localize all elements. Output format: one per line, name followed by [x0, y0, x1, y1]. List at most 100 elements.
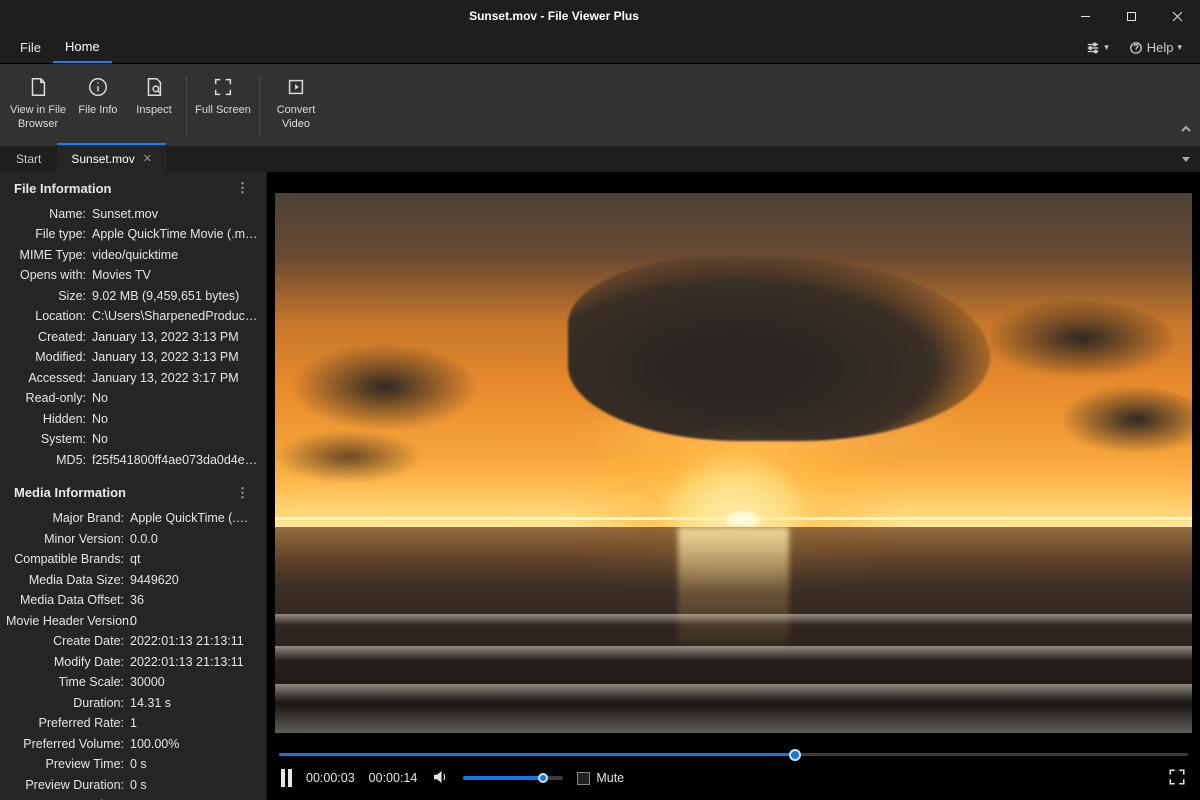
- info-row: Read-only:No: [6, 389, 260, 410]
- tab-sunset[interactable]: Sunset.mov ✕: [57, 145, 166, 172]
- info-value: January 13, 2022 3:13 PM: [92, 329, 260, 347]
- info-value: 0: [130, 613, 260, 631]
- info-value: 14.31 s: [130, 695, 260, 713]
- window-close-button[interactable]: [1154, 0, 1200, 32]
- video-frame[interactable]: [275, 193, 1192, 733]
- info-row: Preferred Rate:1: [6, 714, 260, 735]
- info-row: Created:January 13, 2022 3:13 PM: [6, 327, 260, 348]
- info-value: January 13, 2022 3:17 PM: [92, 370, 260, 388]
- info-value: f25f541800ff4ae073da0d4ee…: [92, 452, 260, 470]
- close-tab-icon[interactable]: ✕: [143, 152, 152, 165]
- info-key: System:: [6, 431, 92, 449]
- seek-fill: [279, 753, 795, 756]
- info-value: C:\Users\SharpenedProduct…: [92, 308, 260, 326]
- mute-checkbox[interactable]: Mute: [577, 771, 624, 785]
- menu-file[interactable]: File: [8, 32, 53, 63]
- info-row: Media Data Size:9449620: [6, 570, 260, 591]
- checkbox-icon[interactable]: [577, 772, 590, 785]
- help-menu[interactable]: Help ▾: [1119, 32, 1192, 63]
- window-maximize-button[interactable]: [1108, 0, 1154, 32]
- convert-video-button[interactable]: Convert Video: [264, 68, 328, 144]
- info-key: Compatible Brands:: [6, 551, 130, 569]
- inspect-icon: [143, 76, 165, 98]
- info-value: 0.0.0: [130, 531, 260, 549]
- info-key: Preferred Volume:: [6, 736, 130, 754]
- info-key: Preview Duration:: [6, 777, 130, 795]
- kebab-menu-icon[interactable]: ⋮: [236, 485, 254, 501]
- info-row: Hidden:No: [6, 409, 260, 430]
- window-minimize-button[interactable]: [1062, 0, 1108, 32]
- info-value: Apple QuickTime (.…: [130, 510, 260, 528]
- info-key: Preferred Rate:: [6, 715, 130, 733]
- info-value: 30000: [130, 674, 260, 692]
- window-title: Sunset.mov - File Viewer Plus: [46, 9, 1062, 23]
- settings-icon[interactable]: ▾: [1076, 32, 1119, 63]
- info-value: January 13, 2022 3:13 PM: [92, 349, 260, 367]
- info-value: No: [92, 411, 260, 429]
- help-label: Help: [1147, 40, 1174, 55]
- pause-button[interactable]: [281, 769, 292, 787]
- info-key: MIME Type:: [6, 247, 92, 265]
- total-time: 00:00:14: [369, 771, 418, 785]
- fullscreen-button[interactable]: [1168, 768, 1186, 789]
- info-row: Opens with:Movies TV: [6, 266, 260, 287]
- info-value: qt: [130, 551, 260, 569]
- info-row: Compatible Brands:qt: [6, 550, 260, 571]
- volume-slider[interactable]: [463, 776, 563, 780]
- seek-bar[interactable]: [279, 753, 1188, 756]
- info-row: MD5:f25f541800ff4ae073da0d4ee…: [6, 450, 260, 471]
- elapsed-time: 00:00:03: [306, 771, 355, 785]
- info-row: Major Brand:Apple QuickTime (.…: [6, 509, 260, 530]
- title-bar: Sunset.mov - File Viewer Plus: [0, 0, 1200, 32]
- info-key: Size:: [6, 288, 92, 306]
- info-value: 0 s: [130, 756, 260, 774]
- info-value: 9449620: [130, 572, 260, 590]
- info-row: Location:C:\Users\SharpenedProduct…: [6, 307, 260, 328]
- volume-icon[interactable]: [431, 768, 449, 789]
- info-row: Media Data Offset:36: [6, 591, 260, 612]
- info-row: Size:9.02 MB (9,459,651 bytes): [6, 286, 260, 307]
- info-row: Time Scale:30000: [6, 673, 260, 694]
- info-key: Modify Date:: [6, 654, 130, 672]
- info-row: Duration:14.31 s: [6, 693, 260, 714]
- info-key: Media Data Size:: [6, 572, 130, 590]
- media-info-panel-header: Media Information ⋮: [0, 477, 266, 507]
- inspect-button[interactable]: Inspect: [126, 68, 182, 144]
- ribbon-toolbar: View in File Browser File Info Inspect F…: [0, 64, 1200, 144]
- info-value: Movies TV: [92, 267, 260, 285]
- info-value: Apple QuickTime Movie (.mov): [92, 226, 260, 244]
- info-row: Modify Date:2022:01:13 21:13:11: [6, 652, 260, 673]
- seek-thumb[interactable]: [789, 749, 801, 761]
- info-key: Media Data Offset:: [6, 592, 130, 610]
- info-icon: [87, 76, 109, 98]
- tab-start[interactable]: Start: [0, 145, 57, 172]
- info-value: video/quicktime: [92, 247, 260, 265]
- collapse-ribbon-button[interactable]: [1180, 122, 1192, 140]
- document-tabs: Start Sunset.mov ✕: [0, 144, 1200, 172]
- info-row: System:No: [6, 430, 260, 451]
- video-viewer: 00:00:03 00:00:14 Mute: [267, 172, 1200, 800]
- kebab-menu-icon[interactable]: ⋮: [236, 180, 254, 196]
- info-key: Modified:: [6, 349, 92, 367]
- tabs-dropdown-button[interactable]: [1172, 145, 1200, 172]
- menu-home[interactable]: Home: [53, 32, 112, 63]
- info-key: Created:: [6, 329, 92, 347]
- menu-bar: File Home ▾ Help ▾: [0, 32, 1200, 64]
- info-row: Preferred Volume:100.00%: [6, 734, 260, 755]
- player-controls: 00:00:03 00:00:14 Mute: [267, 756, 1200, 800]
- info-value: 0 s: [130, 777, 260, 795]
- full-screen-button[interactable]: Full Screen: [191, 68, 255, 144]
- info-value: 9.02 MB (9,459,651 bytes): [92, 288, 260, 306]
- info-sidebar: File Information ⋮ Name:Sunset.movFile t…: [0, 172, 267, 800]
- info-key: Create Date:: [6, 633, 130, 651]
- view-in-file-browser-button[interactable]: View in File Browser: [6, 68, 70, 144]
- info-key: Name:: [6, 206, 92, 224]
- info-row: Movie Header Version:0: [6, 611, 260, 632]
- info-row: File type:Apple QuickTime Movie (.mov): [6, 225, 260, 246]
- info-key: Read-only:: [6, 390, 92, 408]
- ribbon-divider: [186, 76, 187, 136]
- volume-thumb[interactable]: [538, 773, 548, 783]
- info-value: 1: [130, 715, 260, 733]
- file-info-button[interactable]: File Info: [70, 68, 126, 144]
- info-value: 2022:01:13 21:13:11: [130, 654, 260, 672]
